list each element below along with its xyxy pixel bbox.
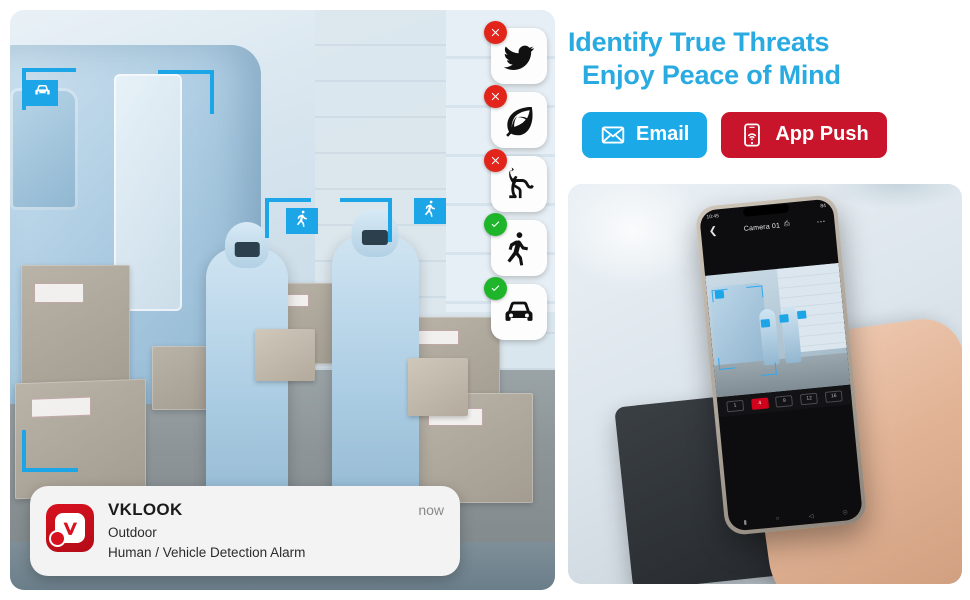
email-alert-button[interactable]: Email bbox=[582, 111, 708, 158]
vklook-app-logo bbox=[46, 504, 94, 552]
check-circle-icon bbox=[484, 213, 507, 236]
detection-badge-vehicle bbox=[484, 277, 547, 340]
check-circle-icon bbox=[484, 277, 507, 300]
feed-detection-bracket bbox=[759, 362, 777, 376]
carried-box bbox=[255, 329, 316, 382]
app-push-button[interactable]: App Push bbox=[721, 111, 887, 158]
camera-title: Camera 01 bbox=[743, 221, 781, 233]
channel-button-4[interactable]: 4 bbox=[750, 396, 769, 410]
headline-line-1: Identify True Threats bbox=[568, 27, 830, 57]
screenshot-icon[interactable]: ⎙ bbox=[784, 221, 791, 230]
car-icon bbox=[33, 81, 52, 105]
marketing-panel: Identify True Threats Enjoy Peace of Min… bbox=[568, 0, 968, 600]
feed-detection-bracket bbox=[718, 356, 736, 371]
notification-toast[interactable]: VKLOOK now Outdoor Human / Vehicle Detec… bbox=[30, 486, 460, 576]
mobile-app-photo: 10:45 84 ❮ Camera 01 ⎙ ⋯ 1 4 9 12 16 ▮ ○… bbox=[568, 184, 962, 584]
detection-bracket bbox=[340, 198, 392, 242]
feed-tag-human bbox=[760, 318, 771, 328]
alert-channel-buttons: Email App Push bbox=[568, 111, 968, 158]
detection-badge-bird bbox=[484, 21, 547, 84]
recents-icon[interactable]: ▮ bbox=[743, 519, 747, 526]
page-title: Identify True Threats Enjoy Peace of Min… bbox=[568, 26, 968, 92]
feed-detection-bracket bbox=[746, 285, 764, 299]
dog-icon bbox=[509, 167, 534, 199]
promo-page: VKLOOK now Outdoor Human / Vehicle Detec… bbox=[0, 0, 970, 600]
running-person-icon bbox=[293, 209, 312, 233]
scene-tag-vehicle bbox=[26, 80, 58, 106]
vklook-v-icon bbox=[63, 522, 77, 535]
app-push-button-label: App Push bbox=[775, 123, 869, 146]
leaf-icon bbox=[506, 106, 533, 137]
notification-location: Outdoor bbox=[108, 525, 157, 540]
feed-tag-vehicle bbox=[714, 290, 725, 299]
person-walking-icon bbox=[507, 232, 528, 266]
channel-button-1[interactable]: 1 bbox=[725, 399, 744, 412]
car-icon bbox=[505, 301, 533, 321]
running-person-icon bbox=[421, 199, 440, 223]
notification-app-name: VKLOOK bbox=[108, 500, 183, 519]
feed-tag-human bbox=[778, 314, 789, 324]
email-button-label: Email bbox=[636, 123, 690, 146]
bird-icon bbox=[504, 45, 535, 70]
status-time: 10:45 bbox=[706, 212, 720, 220]
camera-icon[interactable]: ☉ bbox=[842, 509, 848, 516]
detection-badge-dog bbox=[484, 149, 547, 212]
detection-bracket bbox=[158, 70, 214, 114]
back-icon[interactable]: ◁ bbox=[808, 512, 813, 519]
notification-message: Human / Vehicle Detection Alarm bbox=[108, 545, 306, 560]
cardboard-box bbox=[20, 265, 130, 393]
x-circle-icon bbox=[484, 85, 507, 108]
status-battery: 84 bbox=[819, 202, 827, 209]
phone-wifi-icon bbox=[744, 123, 761, 147]
detection-badge-leaf bbox=[484, 85, 547, 148]
camera-preview-panel: VKLOOK now Outdoor Human / Vehicle Detec… bbox=[10, 10, 555, 590]
detection-badge-person bbox=[484, 213, 547, 276]
carried-box bbox=[407, 358, 468, 416]
home-icon[interactable]: ○ bbox=[775, 516, 779, 522]
phone-screen: 10:45 84 ❮ Camera 01 ⎙ ⋯ 1 4 9 12 16 ▮ ○… bbox=[698, 198, 863, 532]
feed-tag-human bbox=[797, 310, 807, 320]
headline-line-2: Enjoy Peace of Mind bbox=[582, 59, 841, 90]
live-camera-feed[interactable] bbox=[704, 263, 851, 398]
channel-button-12[interactable]: 12 bbox=[799, 392, 818, 405]
detection-bracket bbox=[22, 430, 78, 472]
x-circle-icon bbox=[484, 149, 507, 172]
scene-tag-human bbox=[414, 198, 446, 224]
more-options-icon[interactable]: ⋯ bbox=[816, 216, 827, 228]
channel-button-9[interactable]: 9 bbox=[775, 394, 794, 408]
chevron-left-icon[interactable]: ❮ bbox=[708, 226, 717, 238]
channel-button-16[interactable]: 16 bbox=[824, 389, 843, 403]
x-circle-icon bbox=[484, 21, 507, 44]
envelope-icon bbox=[601, 126, 625, 144]
scene-tag-human bbox=[286, 208, 318, 234]
notification-timestamp: now bbox=[418, 502, 444, 518]
detection-badge-list bbox=[484, 21, 547, 340]
